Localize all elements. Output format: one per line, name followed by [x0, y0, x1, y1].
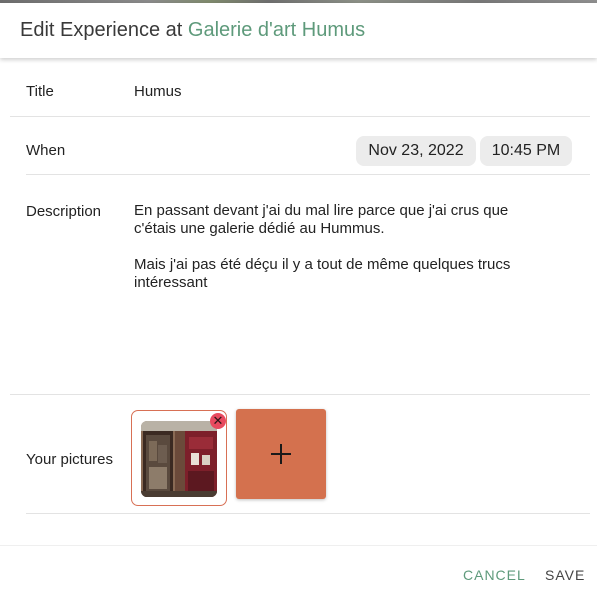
place-name: Galerie d'art Humus [187, 19, 366, 41]
dialog-title-prefix: Edit Experience at [20, 19, 183, 41]
dialog-title: Edit Experience at Galerie d'art Humus [20, 19, 365, 42]
description-paragraph: En passant devant j'ai du mal lire parce… [134, 202, 509, 237]
picture-card[interactable]: ✕ [131, 410, 227, 506]
picture-thumbnail[interactable] [141, 421, 217, 497]
divider [10, 394, 590, 395]
divider [10, 116, 590, 117]
time-picker-button[interactable]: 10:45 PM [480, 136, 572, 166]
description-label: Description [26, 203, 102, 220]
title-label: Title [26, 83, 54, 100]
description-field[interactable]: En passant devant j'ai du mal lire parce… [134, 202, 544, 310]
footer-divider [0, 545, 597, 546]
title-field[interactable]: Humus [134, 83, 182, 100]
pictures-label: Your pictures [26, 451, 113, 468]
storefront-photo [141, 421, 217, 497]
remove-picture-button[interactable]: ✕ [210, 413, 226, 429]
save-button[interactable]: SAVE [545, 567, 585, 583]
divider [26, 174, 590, 175]
dialog-header: Edit Experience at Galerie d'art Humus [0, 3, 597, 58]
date-picker-button[interactable]: Nov 23, 2022 [356, 136, 476, 166]
cancel-button[interactable]: CANCEL [463, 567, 526, 583]
close-icon: ✕ [212, 413, 224, 428]
add-picture-button[interactable] [236, 409, 326, 499]
divider [26, 513, 590, 514]
edit-experience-dialog: Edit Experience at Galerie d'art Humus T… [0, 3, 597, 601]
description-paragraph: Mais j'ai pas été déçu il y a tout de mê… [134, 256, 511, 291]
when-label: When [26, 142, 66, 159]
